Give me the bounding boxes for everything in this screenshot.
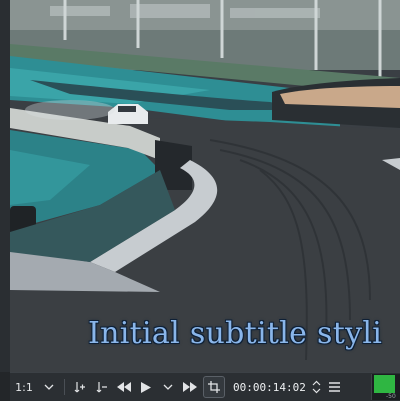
zoom-level-label[interactable]: 1:1	[10, 373, 38, 401]
zoom-in-button[interactable]	[69, 373, 91, 401]
fast-forward-icon	[183, 382, 197, 392]
play-options-button[interactable]	[157, 373, 179, 401]
play-icon	[141, 381, 151, 393]
timecode-spinner[interactable]	[310, 373, 324, 401]
rewind-button[interactable]	[113, 373, 135, 401]
video-monitor[interactable]: Initial subtitle styli	[10, 0, 400, 372]
audio-scale-label: -50	[386, 393, 396, 400]
crop-button[interactable]	[203, 376, 225, 398]
play-button[interactable]	[135, 373, 157, 401]
crop-button-wrap	[201, 373, 227, 401]
zoom-in-icon	[74, 382, 85, 393]
monitor-menu-button[interactable]	[324, 373, 346, 401]
zoom-out-button[interactable]	[91, 373, 113, 401]
menu-icon	[329, 382, 341, 392]
crop-icon	[208, 381, 220, 393]
chevron-down-icon	[44, 384, 54, 390]
zoom-dropdown-button[interactable]	[38, 373, 60, 401]
monitor-toolbar: 1:1 00:00:14:02	[10, 372, 400, 401]
rewind-icon	[117, 382, 131, 392]
timecode-display[interactable]: 00:00:14:02	[227, 373, 310, 401]
subtitle-overlay: Initial subtitle styli	[88, 316, 383, 351]
chevron-down-icon	[163, 384, 173, 390]
fast-forward-button[interactable]	[179, 373, 201, 401]
audio-level-meter: -50	[371, 374, 400, 400]
spinner-icon	[312, 380, 321, 394]
audio-level-bar	[374, 375, 395, 393]
zoom-out-icon	[96, 382, 107, 393]
separator	[64, 379, 65, 395]
